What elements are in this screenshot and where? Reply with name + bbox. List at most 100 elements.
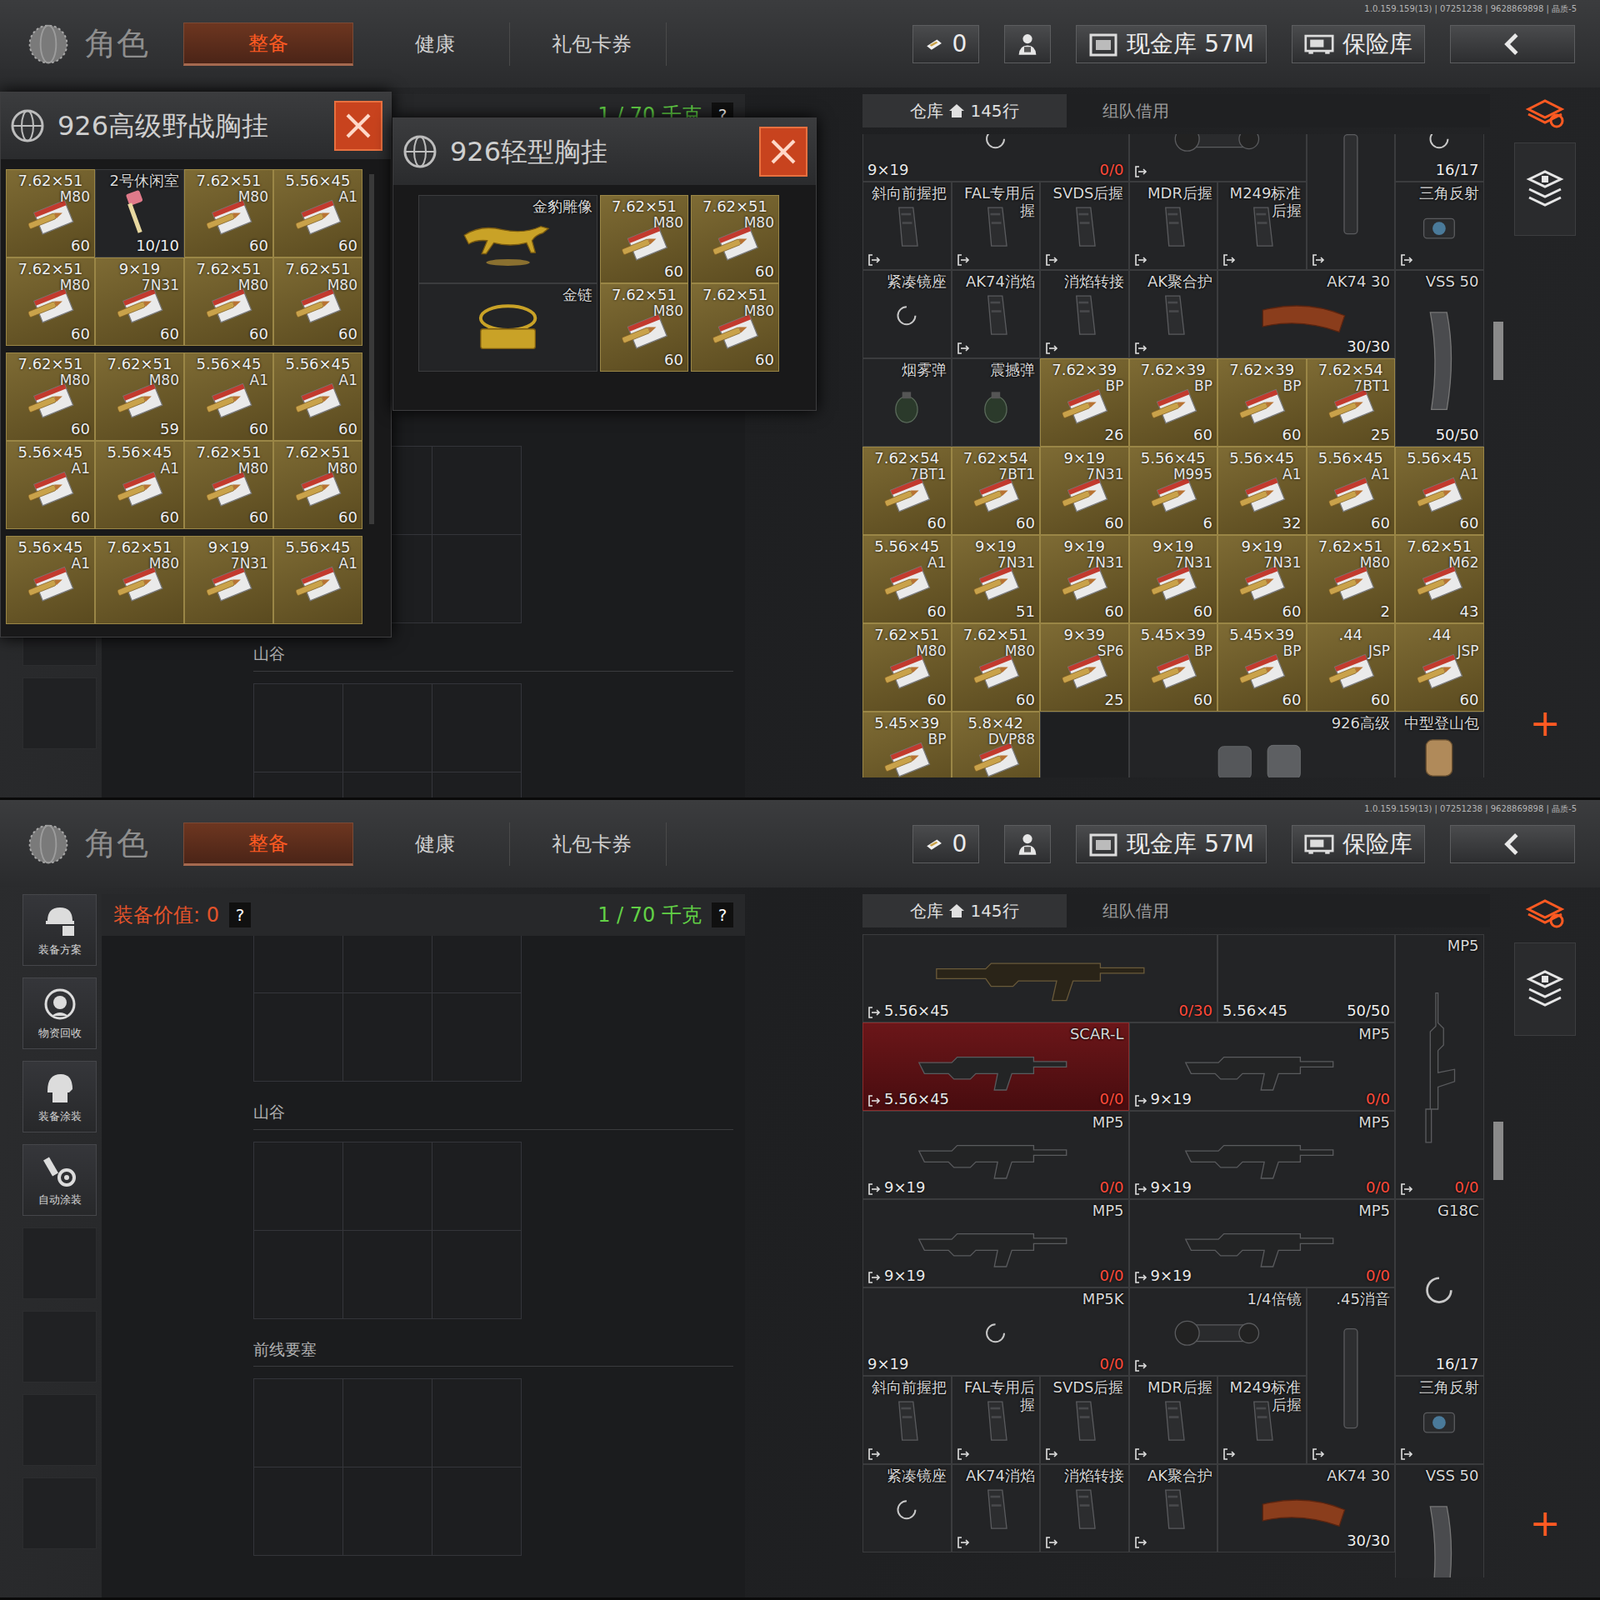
equipment-slot[interactable] <box>254 1142 344 1231</box>
inventory-item[interactable]: 926高级 <box>1129 711 1396 778</box>
inventory-item[interactable]: 7.62×51M8060 <box>5 257 95 346</box>
inventory-item[interactable]: 9×197N3160 <box>1040 446 1130 535</box>
safe-button[interactable]: 保险库 <box>1291 25 1425 64</box>
inventory-item[interactable]: 5.56×45A160 <box>862 535 952 624</box>
inventory-item[interactable]: 三角反射 <box>1395 1375 1485 1465</box>
inventory-item[interactable]: 7.62×547BT160 <box>951 446 1041 535</box>
back-button[interactable] <box>1450 825 1575 864</box>
inventory-item[interactable]: AK74 3030/30 <box>1217 1464 1395 1553</box>
inventory-item[interactable]: 7.62×51M6243 <box>1395 535 1485 624</box>
add-button[interactable]: + <box>1530 705 1561 742</box>
inventory-item[interactable]: MDR后握 <box>1129 181 1219 270</box>
inventory-item[interactable]: 5.56×45M9956 <box>1129 446 1219 535</box>
inventory-item[interactable]: 7.62×51M80 <box>95 535 185 625</box>
inventory-item[interactable]: 9×197N3151 <box>951 535 1041 624</box>
inventory-item[interactable] <box>1306 134 1396 270</box>
inventory-item[interactable]: MDR后握 <box>1129 1375 1219 1465</box>
back-button[interactable] <box>1450 25 1575 64</box>
equipment-slot[interactable] <box>254 935 344 994</box>
inventory-item[interactable]: 烟雾弹 <box>862 358 952 447</box>
inventory-item[interactable]: 5.56×45A132 <box>1217 446 1307 535</box>
inventory-item[interactable]: 7.62×51M8060 <box>273 440 363 530</box>
profile-button[interactable] <box>1004 825 1051 864</box>
equipment-slot[interactable] <box>343 1467 433 1556</box>
ticket-counter[interactable]: 0 <box>912 825 980 864</box>
inventory-item[interactable]: AK聚合护 <box>1129 270 1219 359</box>
equipment-slot[interactable] <box>254 1467 344 1556</box>
inventory-item[interactable]: 紧凑镜座 <box>862 1464 952 1553</box>
inventory-item[interactable]: 5.56×45A160 <box>95 440 185 530</box>
inventory-item[interactable]: 7.62×51M8060 <box>951 623 1041 712</box>
inventory-item[interactable]: AK74消焰 <box>951 270 1041 359</box>
organize-button[interactable] <box>1514 142 1576 236</box>
inventory-item[interactable]: 9×197N3160 <box>1129 535 1219 624</box>
inventory-item[interactable]: 7.62×51M802 <box>1306 535 1396 624</box>
inventory-item[interactable]: 7.62×51M8060 <box>184 440 274 530</box>
inventory-item[interactable]: 5.45×39BP <box>862 711 952 778</box>
equipment-slot[interactable] <box>432 1142 522 1231</box>
scroll-thumb[interactable] <box>1493 321 1504 380</box>
inventory-item[interactable]: 紧凑镜座 <box>862 270 952 359</box>
inventory-item[interactable]: AK74 3030/30 <box>1217 270 1395 359</box>
cash-vault-button[interactable]: 现金库 57M <box>1075 25 1267 64</box>
inventory-item[interactable]: AK聚合护 <box>1129 1464 1219 1553</box>
inventory-item[interactable]: 7.62×39BP60 <box>1129 358 1219 447</box>
add-button[interactable]: + <box>1530 1505 1561 1542</box>
side-menu-item[interactable]: 自动涂装 <box>22 1144 97 1216</box>
equipment-slot[interactable] <box>432 684 522 773</box>
inventory-item[interactable]: MP59×190/0 <box>1129 1110 1396 1200</box>
inventory-item[interactable]: 9×197N31 <box>184 535 274 625</box>
inventory-item[interactable]: .45消音 <box>1306 1287 1396 1465</box>
inventory-item[interactable]: SCAR-L5.56×450/0 <box>862 1022 1130 1111</box>
equipment-slot[interactable] <box>343 772 433 801</box>
inventory-item[interactable]: 7.62×39BP26 <box>1040 358 1130 447</box>
inventory-item[interactable]: SVDS后握 <box>1040 1375 1130 1465</box>
inventory-item[interactable]: AK74消焰 <box>951 1464 1041 1553</box>
nav-tab[interactable]: 整备 <box>183 822 354 866</box>
inventory-item[interactable]: 震撼弹 <box>951 358 1041 447</box>
inventory-item[interactable]: 9×190/0 <box>862 134 1130 182</box>
inventory-item[interactable]: 7.62×547BT125 <box>1306 358 1396 447</box>
inventory-item[interactable]: 9×197N3160 <box>1040 535 1130 624</box>
cash-vault-button[interactable]: 现金库 57M <box>1075 825 1267 864</box>
scrollbar[interactable] <box>1493 934 1507 1578</box>
inventory-item[interactable]: 7.62×51M8060 <box>184 257 274 346</box>
scroll-thumb[interactable] <box>1493 1121 1504 1180</box>
warehouse-tab[interactable]: 仓库145行 <box>862 894 1067 928</box>
equipment-slot[interactable] <box>343 1379 433 1468</box>
inventory-item[interactable]: 金豹雕像 <box>418 195 598 284</box>
inventory-item[interactable]: 7.62×51M8059 <box>95 352 185 441</box>
warehouse-tab[interactable]: 仓库145行 <box>862 94 1067 128</box>
close-button[interactable] <box>759 126 808 177</box>
inventory-item[interactable]: MP59×190/0 <box>862 1199 1130 1288</box>
inventory-item[interactable]: 9×39SP625 <box>1040 623 1130 712</box>
equipment-slot[interactable] <box>432 1379 522 1468</box>
inventory-item[interactable]: 9×197N3160 <box>95 257 185 346</box>
inventory-item[interactable]: 斜向前握把 <box>862 181 952 270</box>
container-window[interactable]: 926高级野战胸挂7.62×51M80602号休闲室10/107.62×51M8… <box>0 91 392 638</box>
equipment-slot[interactable] <box>343 1142 433 1231</box>
help-button[interactable]: ? <box>711 902 734 928</box>
inventory-item[interactable]: 9×197N3160 <box>1217 535 1307 624</box>
side-menu-item[interactable]: 装备方案 <box>22 894 97 966</box>
nav-tab[interactable]: 健康 <box>360 822 510 866</box>
inventory-item[interactable]: 7.62×39BP60 <box>1217 358 1307 447</box>
inventory-item[interactable]: 5.56×4550/50 <box>1217 934 1395 1023</box>
equipment-slot[interactable] <box>343 684 433 773</box>
inventory-item[interactable]: FAL专用后握 <box>951 181 1041 270</box>
inventory-item[interactable]: 7.62×51M8060 <box>600 195 689 284</box>
inventory-item[interactable]: 7.62×51M8060 <box>600 283 689 372</box>
inventory-item[interactable]: 三角反射 <box>1395 181 1485 270</box>
inventory-item[interactable]: 5.56×45A160 <box>184 352 274 441</box>
inventory-item[interactable]: 5.56×45A160 <box>1306 446 1396 535</box>
organize-button[interactable] <box>1514 942 1576 1036</box>
equipment-slot[interactable] <box>432 446 522 535</box>
warehouse-tab[interactable]: 组队借用 <box>1066 894 1205 928</box>
inventory-item[interactable]: 5.56×450/30 <box>862 934 1218 1023</box>
equipment-slot[interactable] <box>432 935 522 994</box>
inventory-item[interactable]: .44JSP60 <box>1395 623 1485 712</box>
inventory-item[interactable]: MP59×190/0 <box>1129 1022 1396 1111</box>
equipment-slot[interactable] <box>254 1230 344 1320</box>
inventory-item[interactable]: 7.62×51M8060 <box>690 195 780 284</box>
ticket-counter[interactable]: 0 <box>912 25 980 64</box>
